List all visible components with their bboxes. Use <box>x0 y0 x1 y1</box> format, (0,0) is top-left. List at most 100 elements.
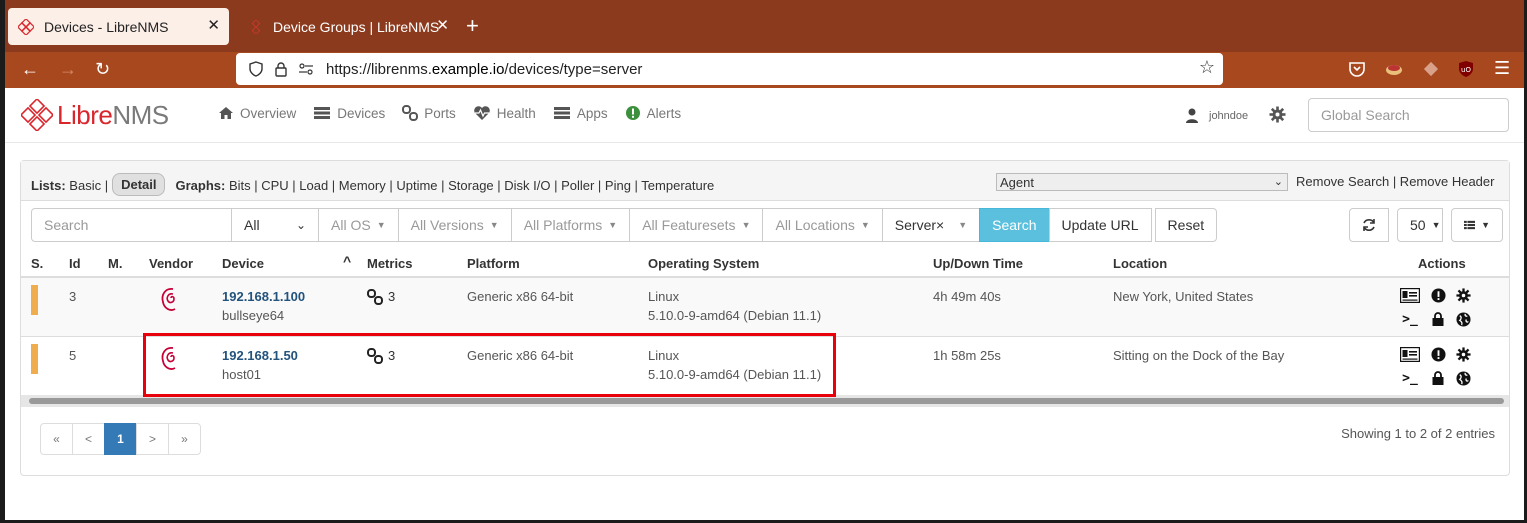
terminal-icon[interactable]: >_ <box>1396 310 1424 328</box>
devices-panel: Lists: Basic | Detail Graphs: Bits | CPU… <box>20 160 1510 476</box>
uptime: 4h 49m 40s <box>933 289 1001 304</box>
col-uptime[interactable]: Up/Down Time <box>933 256 1023 271</box>
caret-down-icon: ▼ <box>1431 220 1441 230</box>
caret-down-icon: ▼ <box>860 220 870 230</box>
link-icon[interactable] <box>367 288 383 305</box>
browser-window: Devices - LibreNMS ✕ Device Groups | Lib… <box>0 0 1527 523</box>
table-controls: 50 ▼ ▼ <box>1349 208 1503 242</box>
url-bar[interactable]: https://librenms.example.io/devices/type… <box>236 53 1223 85</box>
alert-circle-icon[interactable] <box>1424 345 1452 363</box>
hamburger-menu-icon[interactable]: ☰ <box>1494 57 1510 79</box>
tab-device-groups[interactable]: Device Groups | LibreNMS ✕ <box>239 8 449 45</box>
columns-button[interactable]: ▼ <box>1451 208 1503 242</box>
user-menu[interactable]: johndoe <box>1185 108 1248 124</box>
tab-devices[interactable]: Devices - LibreNMS ✕ <box>8 8 229 45</box>
extension-diamond-icon[interactable] <box>1422 60 1440 78</box>
graph-links[interactable]: Bits | CPU | Load | Memory | Uptime | St… <box>229 178 714 193</box>
update-url-button[interactable]: Update URL <box>1048 208 1152 242</box>
entries-info: Showing 1 to 2 of 2 entries <box>1341 426 1495 441</box>
agent-select[interactable]: Agent ⌄ <box>996 173 1288 191</box>
global-search-input[interactable] <box>1308 98 1509 132</box>
header-links[interactable]: Remove Search | Remove Header <box>1296 174 1494 189</box>
sort-up-icon[interactable]: ^ <box>343 253 351 269</box>
col-device[interactable]: Device <box>222 256 264 271</box>
highlight-box <box>143 333 836 397</box>
id-card-icon[interactable] <box>1396 345 1424 363</box>
librenms-logo[interactable]: LibreNMS <box>21 98 169 132</box>
lock-icon[interactable] <box>1424 369 1452 387</box>
alert-circle-icon[interactable] <box>1424 286 1452 304</box>
col-platform[interactable]: Platform <box>467 256 520 271</box>
menu-apps[interactable]: Apps <box>553 105 608 121</box>
col-location[interactable]: Location <box>1113 256 1167 271</box>
state-select[interactable]: All ⌄ <box>231 208 319 242</box>
col-maintenance[interactable]: M. <box>108 256 122 271</box>
page-current[interactable]: 1 <box>104 423 137 455</box>
os-filter[interactable]: All OS ▼ <box>318 208 399 242</box>
app-header: LibreNMS Overview Devices Ports Health A… <box>5 88 1524 143</box>
extension-bowl-icon[interactable] <box>1385 60 1403 78</box>
versions-filter[interactable]: All Versions ▼ <box>397 208 512 242</box>
menu-alerts[interactable]: Alerts <box>625 105 681 121</box>
page-prev[interactable]: < <box>72 423 105 455</box>
browser-navbar: ← → ↻ https://librenms.example.io/device… <box>5 52 1524 88</box>
permissions-icon <box>299 63 313 75</box>
platform: Generic x86 64-bit <box>467 289 574 304</box>
col-os[interactable]: Operating System <box>648 256 759 271</box>
col-status[interactable]: S. <box>31 256 43 271</box>
globe-icon[interactable] <box>1452 310 1474 328</box>
alert-circle-icon <box>625 106 640 120</box>
back-icon[interactable]: ← <box>21 58 39 80</box>
ublock-icon[interactable]: uO <box>1457 60 1475 78</box>
col-metrics[interactable]: Metrics <box>367 256 413 271</box>
page-last[interactable]: » <box>168 423 201 455</box>
table-row[interactable]: 3 192.168.1.100 bullseye64 3 Generic x86… <box>21 278 1509 337</box>
url-text: https://librenms.example.io/devices/type… <box>326 60 643 78</box>
gear-icon[interactable] <box>1452 286 1474 304</box>
id-card-icon[interactable] <box>1396 286 1424 304</box>
col-vendor[interactable]: Vendor <box>149 256 193 271</box>
search-input[interactable]: Search <box>31 208 232 242</box>
reset-button[interactable]: Reset <box>1154 208 1218 242</box>
username: johndoe <box>1209 110 1249 122</box>
globe-icon[interactable] <box>1452 369 1474 387</box>
close-tab-icon[interactable]: ✕ <box>207 17 220 35</box>
page-first[interactable]: « <box>40 423 73 455</box>
refresh-icon <box>1363 219 1375 231</box>
terminal-icon[interactable]: >_ <box>1396 369 1424 387</box>
type-filter[interactable]: Server× ▼ <box>881 208 981 242</box>
close-tab-icon[interactable]: ✕ <box>436 17 449 35</box>
device-link[interactable]: 192.168.1.100 <box>222 289 305 304</box>
menu-overview[interactable]: Overview <box>218 105 296 121</box>
menu-health[interactable]: Health <box>473 105 536 121</box>
platforms-filter[interactable]: All Platforms ▼ <box>510 208 631 242</box>
gear-icon[interactable] <box>1269 106 1286 123</box>
menu-devices[interactable]: Devices <box>313 105 385 121</box>
caret-down-icon: ▼ <box>741 220 751 230</box>
search-button[interactable]: Search <box>979 208 1050 242</box>
filter-bar: Search All ⌄ All OS ▼ All Versions ▼ All Pl… <box>31 208 1218 242</box>
list-basic-link[interactable]: Basic | <box>69 178 108 193</box>
new-tab-icon[interactable]: + <box>466 14 479 38</box>
featuresets-filter[interactable]: All Featuresets ▼ <box>629 208 764 242</box>
lock-icon[interactable] <box>1424 310 1452 328</box>
locations-filter[interactable]: All Locations ▼ <box>762 208 883 242</box>
menu-ports[interactable]: Ports <box>402 105 456 121</box>
page-size-select[interactable]: 50 ▼ <box>1397 208 1443 242</box>
home-icon <box>219 107 233 119</box>
forward-icon[interactable]: → <box>59 58 77 80</box>
bookmark-star-icon[interactable]: ☆ <box>1199 57 1215 78</box>
pocket-icon[interactable] <box>1348 60 1366 78</box>
main-menu: Overview Devices Ports Health Apps Alert… <box>218 105 698 121</box>
refresh-button[interactable] <box>1349 208 1389 242</box>
list-detail-button[interactable]: Detail <box>112 173 166 196</box>
col-actions: Actions <box>1418 256 1466 271</box>
reload-icon[interactable]: ↻ <box>95 58 110 80</box>
gear-icon[interactable] <box>1452 345 1474 363</box>
caret-down-icon: ▼ <box>376 220 386 230</box>
col-id[interactable]: Id <box>69 256 81 271</box>
link-icon <box>402 105 419 121</box>
chevron-down-icon: ⌄ <box>295 218 306 232</box>
scrollbar-thumb[interactable] <box>29 398 1504 404</box>
page-next[interactable]: > <box>136 423 169 455</box>
